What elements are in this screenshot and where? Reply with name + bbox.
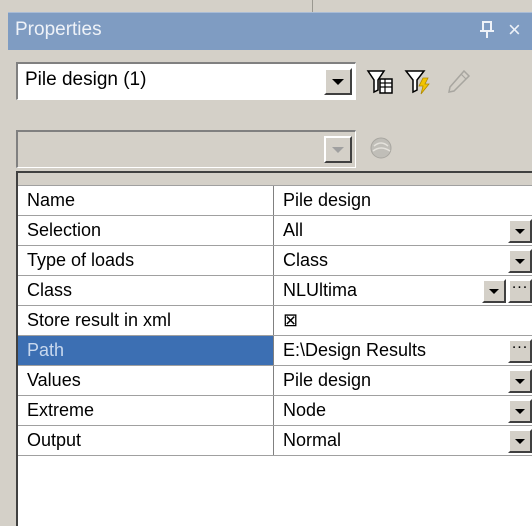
property-dropdown-button[interactable] [508, 369, 532, 393]
pin-icon[interactable] [477, 17, 497, 43]
checkbox-checked-icon[interactable]: ⊠ [274, 306, 532, 335]
property-name: Store result in xml [18, 306, 274, 335]
ellipsis-button[interactable]: ... [508, 275, 532, 303]
selector-value: Pile design (1) [25, 69, 147, 90]
property-value[interactable]: Class [274, 246, 532, 275]
property-row-selection[interactable]: Selection All [18, 216, 532, 246]
property-row-path[interactable]: Path E:\Design Results ... [18, 335, 532, 366]
property-name: Type of loads [18, 246, 274, 275]
property-row-output[interactable]: Output Normal [18, 426, 532, 456]
chevron-down-icon [515, 409, 525, 414]
property-value[interactable]: Pile design [274, 186, 532, 215]
property-row-name[interactable]: Name Pile design [18, 186, 532, 216]
chevron-down-icon [515, 379, 525, 384]
chevron-down-icon [332, 78, 344, 85]
divider [312, 0, 313, 12]
chevron-down-icon [489, 289, 499, 294]
property-name: Values [18, 366, 274, 395]
ellipsis-button[interactable]: ... [508, 335, 532, 363]
filter-lightning-icon[interactable] [404, 68, 432, 96]
chevron-down-icon [515, 229, 525, 234]
sphere-icon [370, 137, 392, 159]
property-dropdown-button[interactable] [508, 399, 532, 423]
property-dropdown-button[interactable] [482, 279, 506, 303]
property-row-values[interactable]: Values Pile design [18, 366, 532, 396]
ellipsis-icon: ... [511, 335, 529, 352]
ellipsis-icon: ... [511, 275, 529, 292]
property-grid: Name Pile design Selection All Type of l… [16, 171, 532, 526]
panel-title: Properties [15, 19, 102, 40]
property-name: Selection [18, 216, 274, 245]
pencil-icon [448, 69, 471, 93]
property-value[interactable]: Pile design [274, 366, 532, 395]
property-name: Output [18, 426, 274, 455]
secondary-dropdown-button [324, 136, 352, 163]
property-value[interactable]: Normal [274, 426, 532, 455]
property-row-class[interactable]: Class NLUltima ... [18, 275, 532, 306]
selector-combo[interactable]: Pile design (1) [16, 62, 356, 100]
property-dropdown-button[interactable] [508, 249, 532, 273]
chevron-down-icon [332, 146, 344, 153]
property-value[interactable]: Node [274, 396, 532, 425]
property-dropdown-button[interactable] [508, 219, 532, 243]
selector-dropdown-button[interactable] [324, 68, 352, 95]
properties-titlebar[interactable]: Properties × [8, 12, 532, 50]
property-name: Path [18, 336, 274, 365]
secondary-combo [16, 130, 356, 168]
property-dropdown-button[interactable] [508, 429, 532, 453]
property-row-extreme[interactable]: Extreme Node [18, 396, 532, 426]
chevron-down-icon [515, 439, 525, 444]
filter-table-icon[interactable] [366, 68, 394, 96]
property-name: Name [18, 186, 274, 215]
property-value[interactable]: E:\Design Results [274, 336, 532, 365]
grid-header-strip [18, 173, 532, 186]
property-value[interactable]: All [274, 216, 532, 245]
property-row-store-result[interactable]: Store result in xml ⊠ [18, 306, 532, 336]
chevron-down-icon [515, 259, 525, 264]
close-icon[interactable]: × [508, 17, 521, 43]
property-name: Class [18, 276, 274, 305]
property-row-type-of-loads[interactable]: Type of loads Class [18, 246, 532, 276]
property-name: Extreme [18, 396, 274, 425]
top-strip [0, 0, 532, 12]
